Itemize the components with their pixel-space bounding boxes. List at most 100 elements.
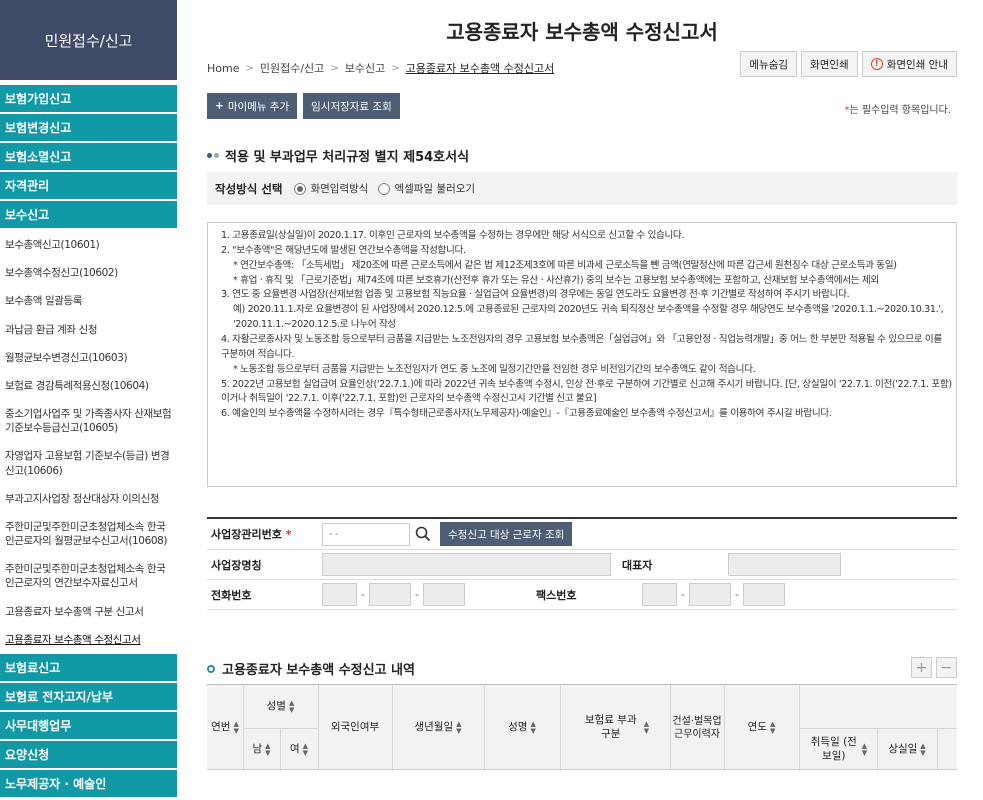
sidebar-subitem[interactable]: 자영업자 고용보험 기준보수(등급) 변경신고(10606) xyxy=(0,442,177,484)
notice-line: 예) 2020.11.1.자로 요율변경이 된 사업장에서 2020.12.5.… xyxy=(233,304,944,331)
radio-unchecked-icon xyxy=(378,182,391,195)
sort-icon: ▲ ▼ xyxy=(769,720,776,735)
add-row-button[interactable]: + xyxy=(911,657,932,678)
sidebar-item-medical-care[interactable]: 요양신청 xyxy=(0,740,177,770)
menu-hide-button[interactable]: 메뉴숨김 xyxy=(740,51,798,77)
notice-line: * 노동조합 등으로부터 금품을 지급받는 노조전임자가 연도 중 노조에 일정… xyxy=(233,363,756,375)
col-male[interactable]: 남 ▲ ▼ xyxy=(243,728,280,771)
main-content: 고용종료자 보수총액 수정신고서 Home > 민원접수/신고 > 보수신고 >… xyxy=(207,0,957,800)
breadcrumb-item[interactable]: 보수신고 xyxy=(345,60,385,76)
sidebar-item-insurance-join[interactable]: 보험가입신고 xyxy=(0,85,177,114)
sort-icon: ▲ ▼ xyxy=(530,720,536,735)
notice-line: 6. 예술인의 보수총액을 수정하시려는 경우『특수형태근로종사자(노무제공자)… xyxy=(221,408,832,420)
print-guide-button[interactable]: ! 화면인쇄 안내 xyxy=(861,51,957,77)
sidebar-subitem[interactable]: 보수총액 일괄등록 xyxy=(0,287,177,315)
fax-field-2 xyxy=(688,583,731,606)
sidebar-subitem[interactable]: 보수총액신고(10601) xyxy=(0,231,177,259)
print-guide-label: 화면인쇄 안내 xyxy=(886,58,948,71)
sidebar-item-insurance-loss[interactable]: 보험소멸신고 xyxy=(0,143,177,172)
method-option-excel[interactable]: 엑셀파일 불러오기 xyxy=(378,181,475,196)
col-female[interactable]: 여 ▲ ▼ xyxy=(280,728,318,771)
detail-heading-text: 고용종료자 보수총액 수정신고 내역 xyxy=(222,663,415,678)
col-construction[interactable]: 건설·벌목업 근무이력자 xyxy=(670,685,724,771)
lookup-workers-button[interactable]: 수정신고 대상 근로자 조회 xyxy=(440,522,573,546)
plus-icon: + xyxy=(215,100,224,112)
top-button-group: 메뉴숨김 화면인쇄 ! 화면인쇄 안내 xyxy=(740,51,957,77)
col-birth[interactable]: 생년월일 ▲ ▼ xyxy=(392,685,484,771)
print-button[interactable]: 화면인쇄 xyxy=(801,51,858,77)
phone-field-2 xyxy=(368,583,411,606)
sort-icon: ▲ ▼ xyxy=(233,720,239,735)
col-loss-date[interactable]: 상실일 ▲ ▼ xyxy=(877,728,937,771)
bullet-ring-icon xyxy=(207,664,215,673)
sidebar-item-agency[interactable]: 사무대행업무 xyxy=(0,711,177,741)
business-name-label: 사업장명칭 xyxy=(211,558,262,572)
notice-line: 4. 자활근로종사자 및 노동조합 등으로부터 금품을 지급받는 노조전임자의 … xyxy=(221,334,942,360)
col-name[interactable]: 성명 ▲ ▼ xyxy=(484,685,560,771)
method-option-label: 엑셀파일 불러오기 xyxy=(394,183,476,195)
remove-row-button[interactable]: − xyxy=(936,657,957,678)
breadcrumb-item[interactable]: 민원접수/신고 xyxy=(260,60,324,76)
sidebar-item-e-billing[interactable]: 보험료 전자고지/납부 xyxy=(0,682,177,712)
notice-line: 5. 2022년 고용보험 실업급여 요율인상('22.7.1.)에 따라 20… xyxy=(221,378,952,405)
col-seq[interactable]: 연번 ▲ ▼ xyxy=(207,685,243,771)
sidebar-subitem[interactable]: 보험료 경감특례적용신청(10604) xyxy=(0,372,177,400)
breadcrumb-home[interactable]: Home xyxy=(207,62,239,75)
sidebar-subitem[interactable]: 주한미군및주한미군초청업체소속 한국인근로자의 연간보수자료신고서 xyxy=(0,555,177,597)
required-note-text: 는 필수입력 항목입니다. xyxy=(849,105,951,116)
breadcrumb-current[interactable]: 고용종료자 보수총액 수정신고서 xyxy=(406,60,555,76)
sidebar-subitem[interactable]: 중소기업사업주 및 가족종사자 산재보험 기준보수등급신고(10605) xyxy=(0,400,177,442)
detail-grid-header: 연번 ▲ ▼ 성별 ▲ ▼ 남 ▲ ▼ 여 ▲ ▼ 외국인여부 생년월일 ▲ ▼ 성명 ▲ ▼ 보험료 … xyxy=(207,684,957,771)
notice-line: 1. 고용종료일(상실일)이 2020.1.17. 이후인 근로자의 보수총액을… xyxy=(221,230,685,241)
sidebar-subitem[interactable]: 보수총액수정신고(10602) xyxy=(0,259,177,287)
sort-icon: ▲ ▼ xyxy=(265,741,271,757)
method-option-label: 화면입력방식 xyxy=(310,183,369,195)
business-name-field xyxy=(322,553,611,576)
col-premium[interactable]: 보험료 부과구분 ▲ ▼ xyxy=(560,685,670,771)
sidebar-item-workers-artists[interactable]: 노무제공자 · 예술인 xyxy=(0,769,177,799)
col-foreign[interactable]: 외국인여부 xyxy=(318,685,392,771)
sidebar-subitem[interactable]: 부과고지사업장 정산대상자 이의신청 xyxy=(0,485,177,513)
sidebar-subitem[interactable]: 고용종료자 보수총액 구분 신고서 xyxy=(0,598,177,626)
chevron-right-icon: > xyxy=(330,62,339,74)
reg-no-input[interactable] xyxy=(322,522,410,546)
method-label: 작성방식 선택 xyxy=(215,181,283,196)
required-note: *는 필수입력 항목입니다. xyxy=(844,101,951,116)
alert-icon: ! xyxy=(870,58,883,70)
method-selection-box: 작성방식 선택 화면입력방식 엑셀파일 불러오기 xyxy=(207,172,957,205)
col-acq-date[interactable]: 취득일 (전보일) ▲ ▼ xyxy=(799,728,877,771)
sidebar-subitem[interactable]: 월평균보수변경신고(10603) xyxy=(0,344,177,372)
temp-saved-lookup-button[interactable]: 임시저장자료 조회 xyxy=(303,93,400,119)
search-button[interactable] xyxy=(410,523,436,546)
fax-field-1 xyxy=(641,583,677,606)
notice-line: 2. "보수총액"은 해당년도에 발생된 연간보수총액을 작성합니다. xyxy=(221,244,466,256)
sidebar-item-insurance-change[interactable]: 보험변경신고 xyxy=(0,114,177,143)
representative-label: 대표자 xyxy=(622,558,653,572)
method-option-screen[interactable]: 화면입력방식 xyxy=(294,181,368,196)
representative-field xyxy=(728,553,841,576)
action-button-group: + 마이메뉴 추가 임시저장자료 조회 xyxy=(207,93,400,119)
form-heading: 적용 및 부과업무 처리규정 별지 제54호서식 xyxy=(207,146,469,165)
sort-icon: ▲ ▼ xyxy=(861,741,868,757)
notice-line: 3. 연도 중 요율변경 사업장(산재보험 업종 및 고용보험 직능요율 · 실… xyxy=(221,289,850,301)
radio-checked-icon xyxy=(294,182,307,195)
add-my-menu-label: 마이메뉴 추가 xyxy=(227,100,290,113)
col-year[interactable]: 연도 ▲ ▼ xyxy=(724,685,799,771)
sidebar-subitem[interactable]: 과납금 환급 계좌 신청 xyxy=(0,316,177,344)
reg-no-label: 사업장관리번호 * xyxy=(211,528,292,541)
sort-icon: ▲ ▼ xyxy=(920,741,926,757)
sort-icon: ▲ ▼ xyxy=(643,720,650,735)
sidebar-subitem-active[interactable]: 고용종료자 보수총액 수정신고서 xyxy=(0,626,177,654)
sidebar-item-premium-report[interactable]: 보험료신고 xyxy=(0,653,177,683)
sort-icon: ▲ ▼ xyxy=(456,720,462,735)
add-my-menu-button[interactable]: + 마이메뉴 추가 xyxy=(207,93,298,119)
sidebar-item-qualification[interactable]: 자격관리 xyxy=(0,172,177,201)
phone-label: 전화번호 xyxy=(211,588,252,602)
sort-icon: ▲ ▼ xyxy=(288,698,295,714)
chevron-right-icon: > xyxy=(245,62,254,74)
sidebar-subitem[interactable]: 주한미군및주한미군초청업체소속 한국인근로자의 월평균보수신고서(10608) xyxy=(0,513,177,555)
col-gender[interactable]: 성별 ▲ ▼ xyxy=(243,685,318,728)
notice-line: * 연간보수총액: 「소득세법」 제20조에 따른 근로소득에서 같은 법 제1… xyxy=(233,259,897,271)
search-icon xyxy=(415,526,431,542)
sidebar-item-wage-report[interactable]: 보수신고 xyxy=(0,201,177,230)
